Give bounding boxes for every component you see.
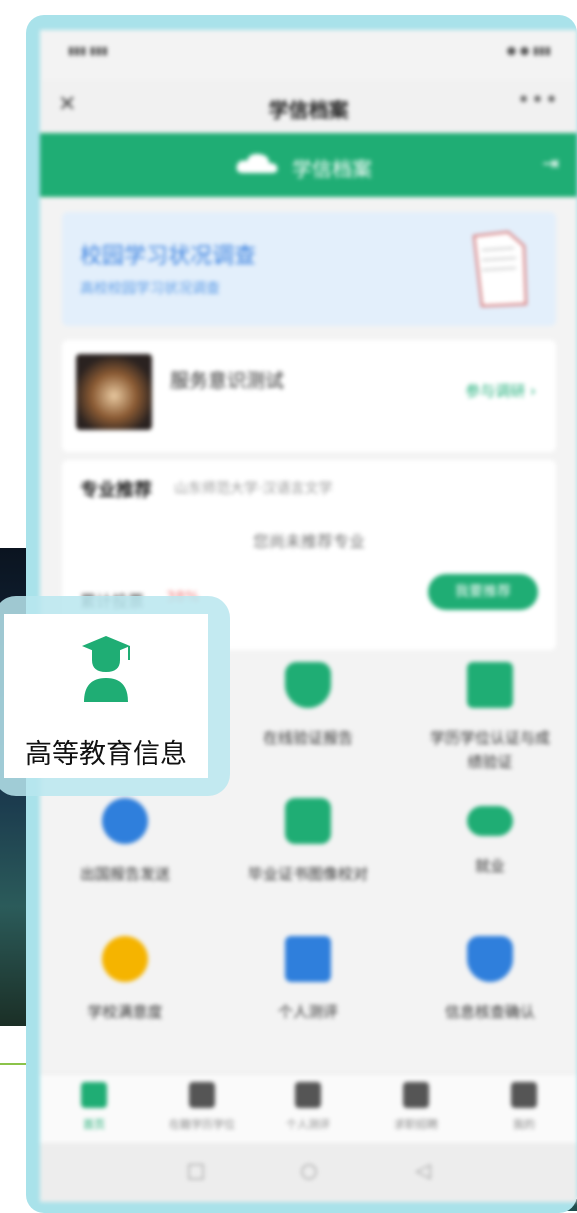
section-header: 学信档案 ⇥: [40, 133, 577, 197]
clipboard-check-icon: [285, 936, 331, 982]
person-icon: [285, 798, 331, 844]
mortarboard-icon: [189, 1082, 215, 1108]
major-label: 专业推荐: [80, 480, 152, 501]
tab-label: 在籍学历学位: [169, 1118, 235, 1131]
bottom-tab-bar: 首页 在籍学历学位 个人测评 求职招聘 我的: [40, 1073, 577, 1144]
badge-label: 高等教育信息: [25, 739, 187, 770]
user-icon: [511, 1082, 537, 1108]
banner-subtitle: 高校校园学习状况调查: [80, 281, 220, 297]
grid-item-cert-check[interactable]: 毕业证书图像校对: [223, 798, 393, 886]
shield-user-icon: [467, 936, 513, 982]
grid-item-degree-cert[interactable]: 学历学位认证与成绩验证: [405, 662, 575, 774]
grid-item-satisfaction[interactable]: 学校满意度: [40, 936, 210, 1024]
tab-degree[interactable]: 在籍学历学位: [152, 1082, 252, 1132]
grid-label: 学历学位认证与成绩验证: [429, 729, 550, 771]
recent-apps-icon[interactable]: □: [185, 1159, 207, 1181]
tab-jobs[interactable]: 求职招聘: [366, 1082, 466, 1132]
grid-item-info-confirm[interactable]: 信息核查确认: [405, 936, 575, 1024]
shield-check-icon: [285, 662, 331, 708]
grid-item-overseas-report[interactable]: 出国报告发送: [40, 798, 210, 886]
user-link[interactable]: 参与调研 ›: [465, 380, 536, 401]
home-circle-icon[interactable]: ○: [298, 1159, 320, 1181]
grid-label: 毕业证书图像校对: [248, 865, 369, 883]
back-icon[interactable]: ◁: [412, 1159, 434, 1181]
cloud-icon: [236, 153, 278, 173]
banner-title: 校园学习状况调查: [80, 244, 257, 269]
grid-item-assessment[interactable]: 个人测评: [223, 936, 393, 1024]
grid-label: 信息核查确认: [444, 1003, 535, 1021]
grid-label: 就业: [474, 857, 505, 875]
tab-label: 首页: [83, 1118, 105, 1131]
exit-icon[interactable]: ⇥: [542, 151, 559, 175]
tab-assessment[interactable]: 个人测评: [258, 1082, 358, 1132]
higher-education-badge[interactable]: 高等教育信息: [4, 614, 208, 778]
grid-label: 出国报告发送: [79, 865, 170, 883]
more-icon[interactable]: •••: [517, 88, 559, 113]
smile-icon: [102, 936, 148, 982]
system-nav-bar: □ ○ ◁: [40, 1143, 577, 1202]
recommend-button[interactable]: 我要推荐: [428, 574, 538, 610]
tab-label: 个人测评: [286, 1118, 330, 1131]
clipboard-icon: [295, 1082, 321, 1108]
status-bar: ▮▮▮ ▮▮▮ ● ● ▮▮▮: [40, 30, 577, 80]
grid-label: 个人测评: [277, 1003, 338, 1021]
grid-item-employment[interactable]: 就业: [405, 798, 575, 878]
globe-icon: [102, 798, 148, 844]
title-bar: ✕ 学信档案 •••: [40, 80, 577, 132]
user-name: 服务意识测试: [170, 370, 285, 392]
graduate-icon: [82, 636, 130, 702]
section-name: 学信档案: [292, 157, 372, 181]
signal-icon: ▮▮▮ ▮▮▮: [68, 44, 108, 57]
job-icon: [467, 806, 513, 836]
major-empty: 您尚未推荐专业: [252, 532, 365, 551]
grid-item-verify-report[interactable]: 在线验证报告: [223, 662, 393, 750]
home-icon: [81, 1082, 107, 1108]
page-title: 学信档案: [268, 98, 349, 122]
tab-label: 求职招聘: [394, 1118, 438, 1131]
battery-icon: ● ● ▮▮▮: [506, 44, 551, 57]
id-card-icon: [467, 662, 513, 708]
survey-banner[interactable]: 校园学习状况调查 高校校园学习状况调查: [62, 212, 556, 326]
tab-me[interactable]: 我的: [474, 1082, 574, 1132]
tab-label: 我的: [513, 1118, 535, 1131]
grid-label: 学校满意度: [87, 1003, 163, 1021]
tab-home[interactable]: 首页: [44, 1082, 144, 1132]
avatar: [76, 354, 152, 430]
briefcase-icon: [403, 1082, 429, 1108]
major-school: 山东师范大学·汉语言文学: [174, 481, 333, 497]
user-card: 服务意识测试 参与调研 ›: [62, 340, 556, 452]
grid-label: 在线验证报告: [262, 729, 353, 747]
document-icon: [472, 230, 528, 308]
